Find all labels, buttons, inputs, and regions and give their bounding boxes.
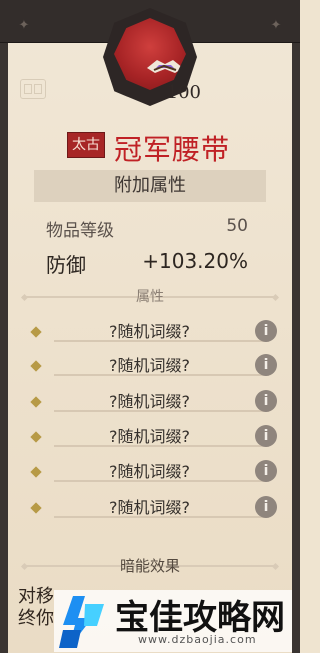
info-icon[interactable]: i xyxy=(255,390,277,412)
affix-row: ?随机词缀? i xyxy=(27,458,277,490)
affix-row: ?随机词缀? i xyxy=(27,388,277,420)
item-level-badge: 100 xyxy=(166,82,201,103)
defense-value: +103.20% xyxy=(142,249,248,273)
affix-marker-icon xyxy=(30,502,42,514)
watermark-url: www.dzbaojia.com xyxy=(138,633,257,646)
watermark-logo-icon xyxy=(59,596,104,648)
effect-text: 对移 终你 xyxy=(18,586,54,630)
attributes-label: 属性 xyxy=(136,289,164,305)
rarity-tag: 太古 xyxy=(67,132,105,158)
watermark: 宝佳攻略网 www.dzbaojia.com xyxy=(54,590,292,652)
affix-label: ?随机词缀? xyxy=(109,427,190,446)
item-badge: 100 xyxy=(99,0,201,108)
item-level-value: 50 xyxy=(226,216,248,236)
effect-line-1: 对移 xyxy=(18,586,54,607)
affix-row: ?随机词缀? i xyxy=(27,423,277,455)
affix-row: ?随机词缀? i xyxy=(27,352,277,384)
item-name: 冠军腰带 xyxy=(114,133,231,166)
affix-marker-icon xyxy=(30,326,42,338)
item-title-row: 太古 冠军腰带 xyxy=(0,128,300,166)
affix-row: ?随机词缀? i xyxy=(27,494,277,526)
affix-label: ?随机词缀? xyxy=(109,498,190,517)
affix-label: ?随机词缀? xyxy=(109,322,190,341)
info-icon[interactable]: i xyxy=(255,425,277,447)
corner-ornament-left: ✦ xyxy=(18,18,30,33)
affix-marker-icon xyxy=(30,396,42,408)
affix-marker-icon xyxy=(30,431,42,443)
additional-attributes-title: 附加属性 xyxy=(114,175,186,196)
affix-marker-icon xyxy=(30,466,42,478)
defense-label: 防御 xyxy=(46,253,86,277)
dark-effect-label: 暗能效果 xyxy=(119,557,180,575)
info-icon[interactable]: i xyxy=(255,354,277,376)
corner-ornament-right: ✦ xyxy=(270,18,282,33)
equipment-slot-icon xyxy=(20,79,46,99)
item-level-label: 物品等级 xyxy=(46,221,114,241)
affix-marker-icon xyxy=(30,360,42,372)
info-icon[interactable]: i xyxy=(255,460,277,482)
effect-line-2: 终你 xyxy=(18,608,54,629)
affix-label: ?随机词缀? xyxy=(109,392,190,411)
affix-label: ?随机词缀? xyxy=(109,356,190,375)
info-icon[interactable]: i xyxy=(255,320,277,342)
affix-row: ?随机词缀? i xyxy=(27,318,277,350)
info-icon[interactable]: i xyxy=(255,496,277,518)
additional-attributes-band: 附加属性 xyxy=(34,170,266,202)
watermark-title: 宝佳攻略网 xyxy=(115,598,285,638)
affix-label: ?随机词缀? xyxy=(109,462,190,481)
